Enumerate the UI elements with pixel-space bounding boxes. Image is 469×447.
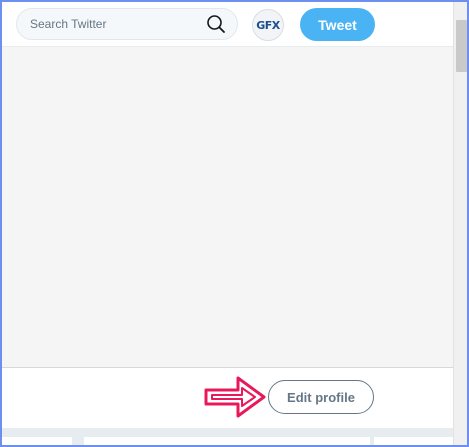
scrollbar-thumb[interactable]: [456, 20, 467, 72]
top-bar: Search Twitter GFX Tweet: [2, 2, 453, 47]
search-input[interactable]: Search Twitter: [16, 8, 238, 40]
profile-header-banner: [2, 47, 453, 368]
content-block: [2, 437, 72, 445]
search-placeholder: Search Twitter: [30, 17, 107, 31]
content-block: [84, 437, 370, 445]
tweet-button[interactable]: Tweet: [300, 8, 375, 41]
content-block: [374, 437, 453, 445]
avatar-text: GFX: [256, 18, 280, 32]
content-strip: [2, 428, 453, 445]
profile-actions-row: Edit profile: [2, 368, 453, 428]
edit-profile-button[interactable]: Edit profile: [268, 380, 374, 414]
vertical-scrollbar[interactable]: [453, 2, 467, 445]
search-icon[interactable]: [205, 13, 227, 35]
window-frame: Search Twitter GFX Tweet Edit profile: [0, 0, 469, 447]
avatar[interactable]: GFX: [252, 9, 284, 41]
arrow-right-icon: [204, 376, 266, 418]
